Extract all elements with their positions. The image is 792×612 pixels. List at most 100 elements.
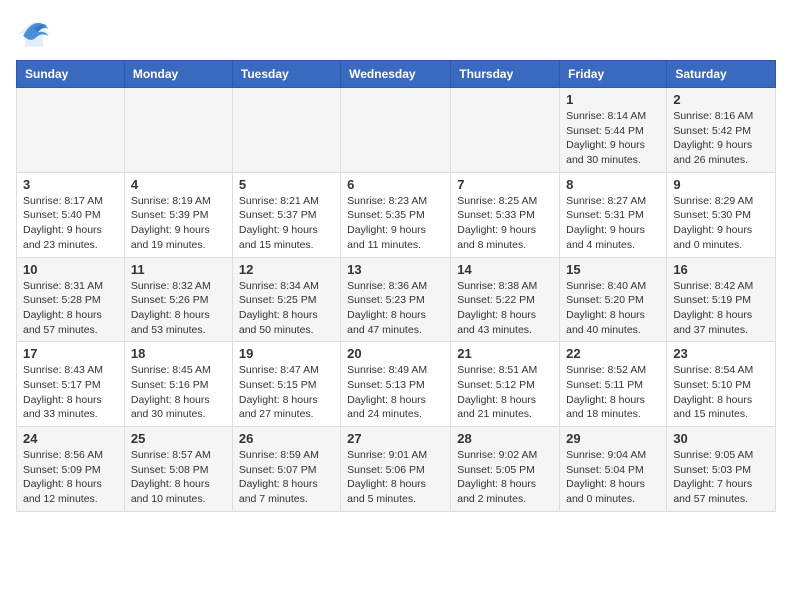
- day-info: Sunrise: 8:42 AMSunset: 5:19 PMDaylight:…: [673, 279, 769, 338]
- day-info: Sunrise: 8:36 AMSunset: 5:23 PMDaylight:…: [347, 279, 444, 338]
- weekday-header: Saturday: [667, 61, 776, 88]
- day-info: Sunrise: 8:27 AMSunset: 5:31 PMDaylight:…: [566, 194, 660, 253]
- day-info: Sunrise: 8:25 AMSunset: 5:33 PMDaylight:…: [457, 194, 553, 253]
- day-info: Sunrise: 9:05 AMSunset: 5:03 PMDaylight:…: [673, 448, 769, 507]
- calendar-cell: 24Sunrise: 8:56 AMSunset: 5:09 PMDayligh…: [17, 427, 125, 512]
- day-number: 5: [239, 177, 334, 192]
- day-info: Sunrise: 8:32 AMSunset: 5:26 PMDaylight:…: [131, 279, 226, 338]
- weekday-header: Monday: [124, 61, 232, 88]
- calendar-cell: 9 Sunrise: 8:29 AMSunset: 5:30 PMDaylight…: [667, 172, 776, 257]
- calendar-week-row: 1Sunrise: 8:14 AMSunset: 5:44 PMDaylight…: [17, 88, 776, 173]
- day-number: 18: [131, 346, 226, 361]
- day-number: 4: [131, 177, 226, 192]
- calendar-cell: 11 Sunrise: 8:32 AMSunset: 5:26 PMDayligh…: [124, 257, 232, 342]
- day-info: Sunrise: 8:29 AMSunset: 5:30 PMDaylight:…: [673, 194, 769, 253]
- day-info: Sunrise: 8:54 AMSunset: 5:10 PMDaylight:…: [673, 363, 769, 422]
- calendar-table: SundayMondayTuesdayWednesdayThursdayFrid…: [16, 60, 776, 512]
- day-info: Sunrise: 9:02 AMSunset: 5:05 PMDaylight:…: [457, 448, 553, 507]
- logo-icon: [16, 16, 52, 52]
- calendar-cell: 23 Sunrise: 8:54 AMSunset: 5:10 PMDayligh…: [667, 342, 776, 427]
- day-info: Sunrise: 8:45 AMSunset: 5:16 PMDaylight:…: [131, 363, 226, 422]
- day-info: Sunrise: 8:14 AMSunset: 5:44 PMDaylight:…: [566, 109, 660, 168]
- day-number: 14: [457, 262, 553, 277]
- calendar-cell: 15 Sunrise: 8:40 AMSunset: 5:20 PMDayligh…: [560, 257, 667, 342]
- day-number: 21: [457, 346, 553, 361]
- day-info: Sunrise: 9:01 AMSunset: 5:06 PMDaylight:…: [347, 448, 444, 507]
- calendar-cell: [451, 88, 560, 173]
- calendar-cell: 3Sunrise: 8:17 AMSunset: 5:40 PMDaylight…: [17, 172, 125, 257]
- day-number: 30: [673, 431, 769, 446]
- calendar-cell: 22 Sunrise: 8:52 AMSunset: 5:11 PMDayligh…: [560, 342, 667, 427]
- calendar-week-row: 10Sunrise: 8:31 AMSunset: 5:28 PMDayligh…: [17, 257, 776, 342]
- weekday-header: Thursday: [451, 61, 560, 88]
- day-number: 15: [566, 262, 660, 277]
- header: [16, 16, 776, 52]
- day-number: 25: [131, 431, 226, 446]
- calendar-cell: 28 Sunrise: 9:02 AMSunset: 5:05 PMDayligh…: [451, 427, 560, 512]
- calendar-cell: 13 Sunrise: 8:36 AMSunset: 5:23 PMDayligh…: [341, 257, 451, 342]
- day-number: 10: [23, 262, 118, 277]
- calendar-body: 1Sunrise: 8:14 AMSunset: 5:44 PMDaylight…: [17, 88, 776, 512]
- calendar-cell: 1Sunrise: 8:14 AMSunset: 5:44 PMDaylight…: [560, 88, 667, 173]
- calendar-week-row: 17 Sunrise: 8:43 AMSunset: 5:17 PMDayligh…: [17, 342, 776, 427]
- day-info: Sunrise: 8:23 AMSunset: 5:35 PMDaylight:…: [347, 194, 444, 253]
- day-number: 11: [131, 262, 226, 277]
- day-number: 17: [23, 346, 118, 361]
- day-number: 23: [673, 346, 769, 361]
- day-info: Sunrise: 8:16 AMSunset: 5:42 PMDaylight:…: [673, 109, 769, 168]
- day-number: 6: [347, 177, 444, 192]
- day-number: 8: [566, 177, 660, 192]
- weekday-header: Sunday: [17, 61, 125, 88]
- day-number: 2: [673, 92, 769, 107]
- day-info: Sunrise: 8:47 AMSunset: 5:15 PMDaylight:…: [239, 363, 334, 422]
- calendar-cell: [17, 88, 125, 173]
- day-number: 26: [239, 431, 334, 446]
- calendar-cell: 17 Sunrise: 8:43 AMSunset: 5:17 PMDayligh…: [17, 342, 125, 427]
- weekday-header: Wednesday: [341, 61, 451, 88]
- calendar-cell: 14Sunrise: 8:38 AMSunset: 5:22 PMDayligh…: [451, 257, 560, 342]
- day-info: Sunrise: 8:49 AMSunset: 5:13 PMDaylight:…: [347, 363, 444, 422]
- day-number: 12: [239, 262, 334, 277]
- calendar-cell: 26Sunrise: 8:59 AMSunset: 5:07 PMDayligh…: [232, 427, 340, 512]
- day-info: Sunrise: 8:43 AMSunset: 5:17 PMDaylight:…: [23, 363, 118, 422]
- calendar-cell: 20Sunrise: 8:49 AMSunset: 5:13 PMDayligh…: [341, 342, 451, 427]
- day-info: Sunrise: 8:34 AMSunset: 5:25 PMDaylight:…: [239, 279, 334, 338]
- calendar-cell: 27 Sunrise: 9:01 AMSunset: 5:06 PMDayligh…: [341, 427, 451, 512]
- calendar-cell: 19 Sunrise: 8:47 AMSunset: 5:15 PMDayligh…: [232, 342, 340, 427]
- calendar-cell: 30 Sunrise: 9:05 AMSunset: 5:03 PMDayligh…: [667, 427, 776, 512]
- header-row: SundayMondayTuesdayWednesdayThursdayFrid…: [17, 61, 776, 88]
- weekday-header: Tuesday: [232, 61, 340, 88]
- weekday-header: Friday: [560, 61, 667, 88]
- day-number: 28: [457, 431, 553, 446]
- day-info: Sunrise: 8:57 AMSunset: 5:08 PMDaylight:…: [131, 448, 226, 507]
- day-number: 27: [347, 431, 444, 446]
- day-info: Sunrise: 8:51 AMSunset: 5:12 PMDaylight:…: [457, 363, 553, 422]
- day-number: 3: [23, 177, 118, 192]
- day-info: Sunrise: 8:40 AMSunset: 5:20 PMDaylight:…: [566, 279, 660, 338]
- day-number: 9: [673, 177, 769, 192]
- day-number: 16: [673, 262, 769, 277]
- calendar-cell: 8 Sunrise: 8:27 AMSunset: 5:31 PMDaylight…: [560, 172, 667, 257]
- day-number: 22: [566, 346, 660, 361]
- day-info: Sunrise: 8:19 AMSunset: 5:39 PMDaylight:…: [131, 194, 226, 253]
- calendar-cell: 12 Sunrise: 8:34 AMSunset: 5:25 PMDayligh…: [232, 257, 340, 342]
- calendar-week-row: 3Sunrise: 8:17 AMSunset: 5:40 PMDaylight…: [17, 172, 776, 257]
- calendar-cell: 10Sunrise: 8:31 AMSunset: 5:28 PMDayligh…: [17, 257, 125, 342]
- day-info: Sunrise: 8:56 AMSunset: 5:09 PMDaylight:…: [23, 448, 118, 507]
- day-number: 29: [566, 431, 660, 446]
- day-info: Sunrise: 8:21 AMSunset: 5:37 PMDaylight:…: [239, 194, 334, 253]
- logo: [16, 16, 58, 52]
- day-info: Sunrise: 9:04 AMSunset: 5:04 PMDaylight:…: [566, 448, 660, 507]
- day-number: 7: [457, 177, 553, 192]
- day-info: Sunrise: 8:52 AMSunset: 5:11 PMDaylight:…: [566, 363, 660, 422]
- calendar-cell: 16 Sunrise: 8:42 AMSunset: 5:19 PMDayligh…: [667, 257, 776, 342]
- calendar-cell: 18 Sunrise: 8:45 AMSunset: 5:16 PMDayligh…: [124, 342, 232, 427]
- calendar-cell: [232, 88, 340, 173]
- day-number: 19: [239, 346, 334, 361]
- calendar-cell: 5 Sunrise: 8:21 AMSunset: 5:37 PMDaylight…: [232, 172, 340, 257]
- calendar-cell: 2 Sunrise: 8:16 AMSunset: 5:42 PMDaylight…: [667, 88, 776, 173]
- day-number: 13: [347, 262, 444, 277]
- calendar-cell: 25 Sunrise: 8:57 AMSunset: 5:08 PMDayligh…: [124, 427, 232, 512]
- calendar-cell: [124, 88, 232, 173]
- calendar-week-row: 24Sunrise: 8:56 AMSunset: 5:09 PMDayligh…: [17, 427, 776, 512]
